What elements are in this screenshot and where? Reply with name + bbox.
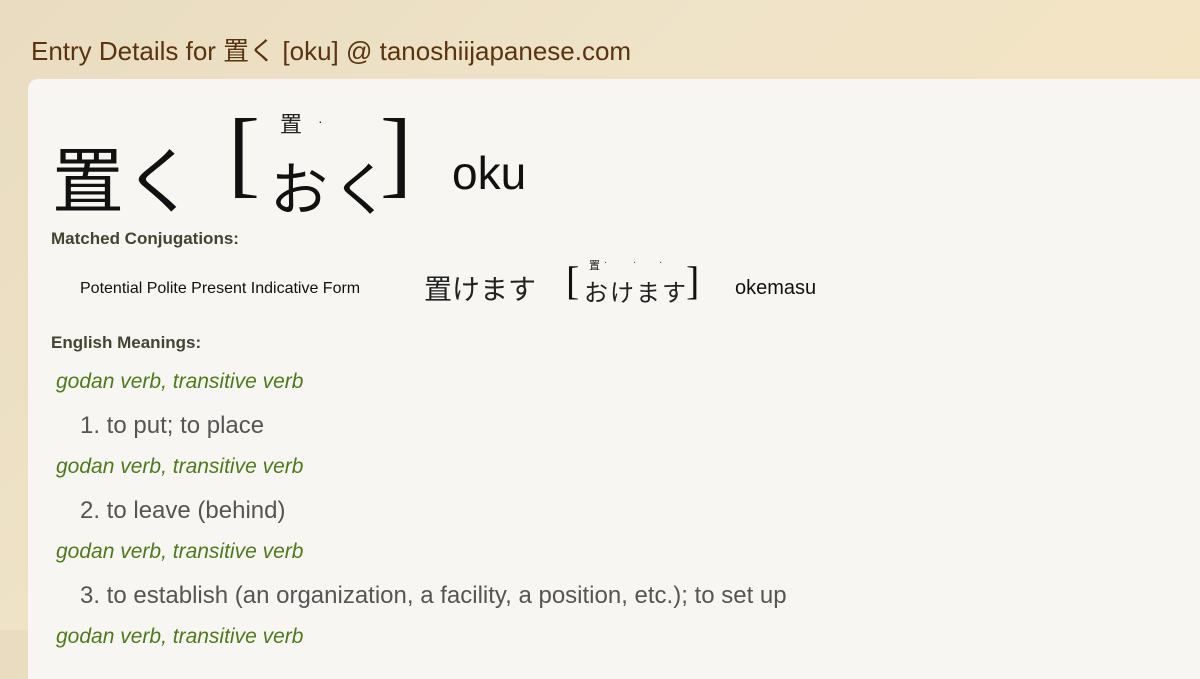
furigana: 置	[280, 113, 303, 138]
conjugation-romaji: okemasu	[735, 277, 817, 299]
meaning-item: 2. to leave (behind)	[80, 497, 286, 524]
part-of-speech: godan verb, transitive verb	[56, 540, 304, 563]
page-title: Entry Details for 置く [oku] @ tanoshiijap…	[31, 36, 632, 66]
entry-card: 置く [ 置 · おく ] oku Matched Conjugations: …	[28, 79, 1200, 679]
meaning-item: 1. to put; to place	[80, 412, 265, 439]
part-of-speech: godan verb, transitive verb	[56, 455, 304, 478]
conj-furigana: 置	[589, 259, 600, 272]
furigana-dot: ·	[659, 257, 663, 268]
furigana-dot: ·	[318, 113, 323, 129]
furigana-dot: ·	[604, 257, 608, 268]
entry-reading: おく	[270, 156, 395, 224]
conj-bracket-close: ]	[686, 258, 700, 303]
bracket-open: [	[228, 99, 260, 206]
conjugation-word: 置けます	[424, 273, 537, 306]
conj-bracket-open: [	[566, 258, 580, 303]
furigana-dot: ·	[633, 257, 637, 268]
entry-word: 置く	[52, 140, 197, 224]
part-of-speech: godan verb, transitive verb	[56, 370, 304, 393]
meanings-label: English Meanings:	[51, 333, 202, 352]
conjugations-label: Matched Conjugations:	[51, 229, 239, 248]
meaning-item: 3. to establish (an organization, a faci…	[80, 582, 787, 609]
entry-romaji: oku	[452, 147, 527, 199]
conjugation-reading: おけます	[584, 279, 688, 307]
part-of-speech: godan verb, transitive verb	[56, 625, 304, 648]
conjugation-form: Potential Polite Present Indicative Form	[80, 280, 361, 297]
bracket-close: ]	[380, 99, 412, 206]
